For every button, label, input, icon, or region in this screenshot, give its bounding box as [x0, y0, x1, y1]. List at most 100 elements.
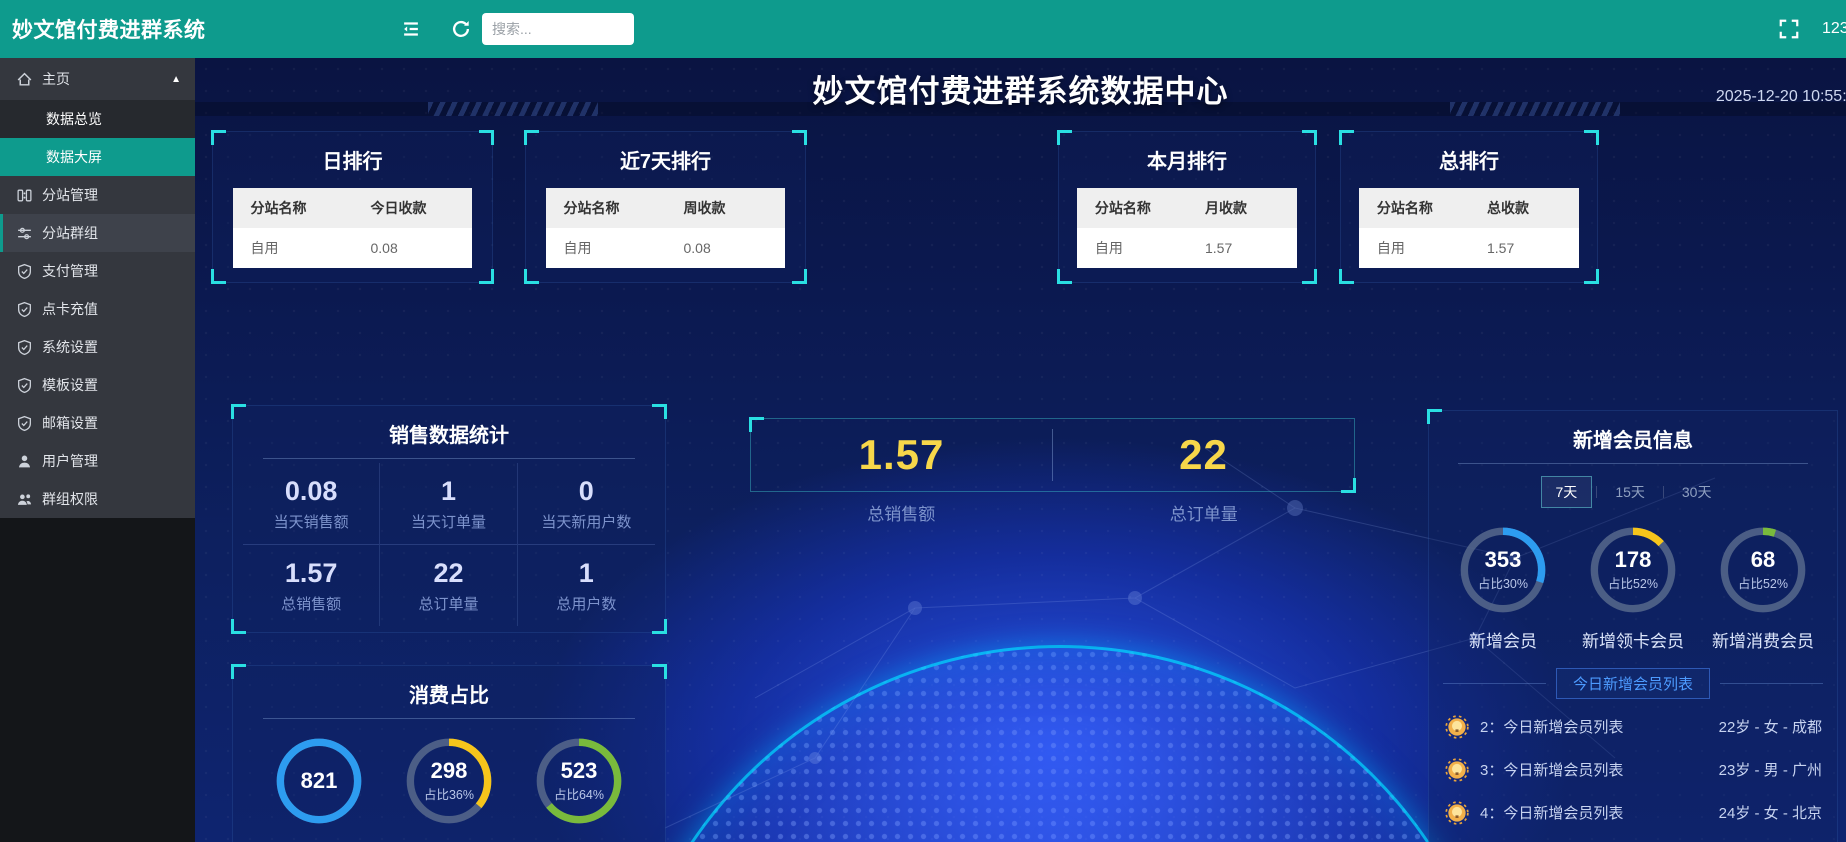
new-members-panel: 新增会员信息 7天 15天 30天 353占比30% 新增会员 178占比52%: [1428, 410, 1838, 842]
col-header: 分站名称: [1359, 188, 1469, 228]
col-header: 分站名称: [1077, 188, 1187, 228]
consume-donuts: 821 298占比36% 523占比64%: [233, 735, 665, 827]
member-list: 2：今日新增会员列表 22岁 - 女 - 成都 3：今日新增会员列表 23岁 -…: [1444, 705, 1822, 834]
sidebar-item-label: 邮箱设置: [42, 413, 98, 433]
sidebar-item-label: 数据总览: [46, 109, 102, 129]
col-header: 今日收款: [353, 188, 473, 228]
rank-table: 分站名称月收款 自用1.57: [1077, 188, 1297, 268]
table-row: 自用1.57: [1077, 228, 1297, 268]
sidebar-item-label: 数据大屏: [46, 147, 102, 167]
screen-title: 妙文馆付费进群系统数据中心: [195, 66, 1846, 111]
panel-title: 消费占比: [233, 666, 665, 708]
sidebar-item-mail-settings[interactable]: 邮箱设置: [0, 404, 195, 442]
sidebar-item-substation-group[interactable]: 分站群组: [0, 214, 195, 252]
users-icon: [16, 491, 33, 508]
donut-consume-members: 68占比52% 新增消费会员: [1702, 524, 1824, 652]
sidebar-item-data-screen[interactable]: 数据大屏: [0, 138, 195, 176]
fullscreen-icon[interactable]: [1778, 18, 1800, 40]
rank-table: 分站名称周收款 自用0.08: [546, 188, 786, 268]
shield-check-icon: [16, 339, 33, 356]
member-list-title-button[interactable]: 今日新增会员列表: [1556, 668, 1710, 699]
member-donuts: 353占比30% 新增会员 178占比52% 新增领卡会员 68占比52% 新增…: [1429, 524, 1837, 652]
stat-cell: 1总用户数: [518, 545, 655, 626]
app-title: 妙文馆付费进群系统: [0, 14, 206, 44]
sidebar-item-label: 群组权限: [42, 489, 98, 509]
sidebar-item-system-settings[interactable]: 系统设置: [0, 328, 195, 366]
list-item: 4：今日新增会员列表 24岁 - 女 - 北京: [1444, 791, 1822, 834]
total-sales-value: 1.57: [751, 419, 1052, 491]
col-header: 分站名称: [546, 188, 666, 228]
rank-table: 分站名称总收款 自用1.57: [1359, 188, 1579, 268]
globe-graphic: [615, 645, 1505, 842]
list-item: 3：今日新增会员列表 23岁 - 男 - 广州: [1444, 748, 1822, 791]
shield-check-icon: [16, 263, 33, 280]
consume-ratio-panel: 消费占比 821 298占比36% 523占比64%: [232, 665, 666, 842]
donut-card-members: 178占比52% 新增领卡会员: [1572, 524, 1694, 652]
tab-7d[interactable]: 7天: [1541, 476, 1593, 508]
total-orders-label: 总订单量: [1053, 500, 1356, 525]
sidebar-item-user-mgmt[interactable]: 用户管理: [0, 442, 195, 480]
dashboard: 妙文馆付费进群系统数据中心 2025-12-20 10:55:9 星期六 日排行…: [195, 58, 1846, 842]
sidebar-item-payment-mgmt[interactable]: 支付管理: [0, 252, 195, 290]
shield-check-icon: [16, 301, 33, 318]
topbar: 妙文馆付费进群系统 123: [0, 0, 1846, 58]
center-stats-labels: 总销售额 总订单量: [750, 500, 1355, 525]
stat-cell: 1.57总销售额: [243, 545, 380, 626]
panel-title: 新增会员信息: [1429, 411, 1837, 453]
sidebar-item-label: 主页: [42, 69, 70, 89]
sidebar-item-substation-mgmt[interactable]: 分站管理: [0, 176, 195, 214]
tab-15d[interactable]: 15天: [1601, 477, 1659, 507]
table-row: 自用0.08: [546, 228, 786, 268]
sidebar-item-home[interactable]: 主页 ▲: [0, 58, 195, 100]
stat-cell: 22总订单量: [380, 545, 517, 626]
col-header: 月收款: [1187, 188, 1297, 228]
card-title: 本月排行: [1059, 132, 1315, 174]
panel-title: 销售数据统计: [233, 406, 665, 448]
stat-cell: 0.08当天销售额: [243, 463, 380, 545]
sidebar-item-label: 用户管理: [42, 451, 98, 471]
columns-icon: [16, 187, 33, 204]
bulb-icon: [1444, 757, 1470, 783]
stat-cell: 0当天新用户数: [518, 463, 655, 545]
shield-check-icon: [16, 377, 33, 394]
sidebar-item-label: 分站管理: [42, 185, 98, 205]
home-icon: [16, 71, 33, 88]
sales-stats-grid: 0.08当天销售额 1当天订单量 0当天新用户数 1.57总销售额 22总订单量…: [243, 463, 655, 626]
total-sales-label: 总销售额: [750, 500, 1053, 525]
rank-table: 分站名称今日收款 自用0.08: [233, 188, 473, 268]
rank-card-total: 总排行 分站名称总收款 自用1.57: [1340, 131, 1598, 283]
refresh-icon[interactable]: [450, 18, 472, 40]
screen: 妙文馆付费进群系统 123 主页 ▲ 数据总览 数据大屏 分站管理 分站群组: [0, 0, 1846, 842]
bulb-icon: [1444, 800, 1470, 826]
total-orders-value: 22: [1053, 419, 1354, 491]
tab-30d[interactable]: 30天: [1668, 477, 1726, 507]
donut-total: 821: [258, 735, 380, 827]
sidebar-item-group-permissions[interactable]: 群组权限: [0, 480, 195, 518]
rank-card-daily: 日排行 分站名称今日收款 自用0.08: [212, 131, 493, 283]
sidebar: 主页 ▲ 数据总览 数据大屏 分站管理 分站群组 支付管理 点卡充值: [0, 58, 195, 842]
card-title: 总排行: [1341, 132, 1597, 174]
menu-fold-icon[interactable]: [400, 18, 422, 40]
col-header: 分站名称: [233, 188, 353, 228]
search-input[interactable]: [482, 13, 634, 45]
member-tabs: 7天 15天 30天: [1429, 476, 1837, 508]
user-icon: [16, 453, 33, 470]
col-header: 周收款: [666, 188, 786, 228]
center-stats-box: 1.57 22: [750, 418, 1355, 492]
sliders-icon: [16, 225, 33, 242]
donut-ratio-2: 523占比64%: [518, 735, 640, 827]
list-item: 2：今日新增会员列表 22岁 - 女 - 成都: [1444, 705, 1822, 748]
donut-new-members: 353占比30% 新增会员: [1442, 524, 1564, 652]
col-header: 总收款: [1469, 188, 1579, 228]
table-row: 自用1.57: [1359, 228, 1579, 268]
stat-cell: 1当天订单量: [380, 463, 517, 545]
sidebar-item-data-overview[interactable]: 数据总览: [0, 100, 195, 138]
card-title: 日排行: [213, 132, 492, 174]
username[interactable]: 123: [1822, 0, 1846, 58]
sidebar-menu: 主页 ▲ 数据总览 数据大屏 分站管理 分站群组 支付管理 点卡充值: [0, 58, 195, 518]
caret-up-icon: ▲: [171, 74, 181, 85]
rank-card-month: 本月排行 分站名称月收款 自用1.57: [1058, 131, 1316, 283]
sidebar-item-card-recharge[interactable]: 点卡充值: [0, 290, 195, 328]
member-list-header: 今日新增会员列表: [1443, 668, 1823, 699]
sidebar-item-template-settings[interactable]: 模板设置: [0, 366, 195, 404]
